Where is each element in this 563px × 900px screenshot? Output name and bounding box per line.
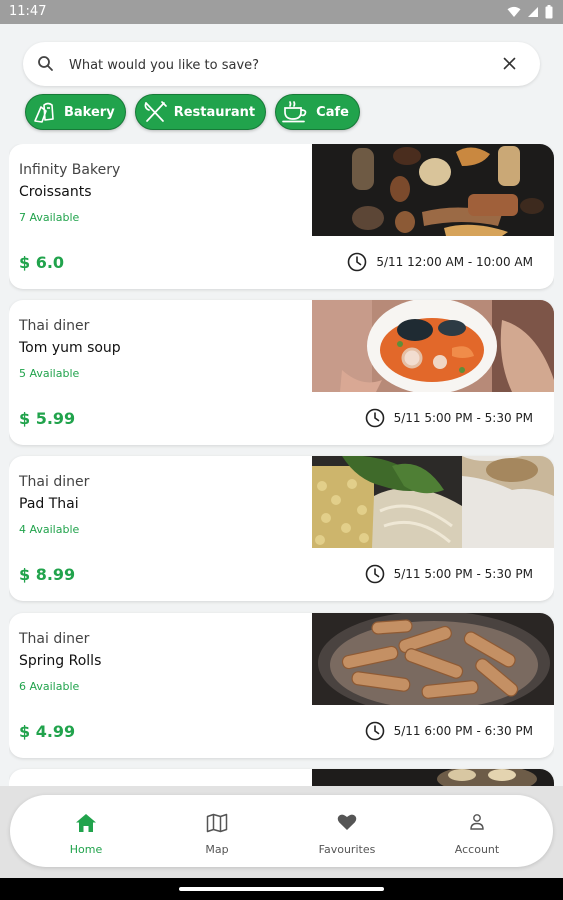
filter-chip-cafe[interactable]: Cafe [275,94,360,130]
nav-label: Home [69,843,103,856]
store-name: Thai diner [19,318,90,334]
pickup-time-text: 5/11 5:00 PM - 5:30 PM [393,411,533,425]
pickup-time-text: 5/11 12:00 AM - 10:00 AM [376,255,533,269]
cafe-icon [282,101,307,123]
filter-chip-label: Restaurant [173,104,256,120]
listing-card[interactable]: Infinity Bakery Croissants 7 Available $… [9,144,554,289]
price: $ 4.99 [19,722,76,741]
bakery-assortment-photo [312,144,554,236]
gesture-bar [0,878,563,900]
store-name: Thai diner [19,631,90,647]
filter-chip-label: Bakery [64,104,115,120]
nav-map[interactable]: Map [157,795,277,867]
wifi-icon [507,6,521,17]
filter-chip-bakery[interactable]: Bakery [25,94,126,130]
clock-icon [348,252,367,272]
listing-list[interactable]: Infinity Bakery Croissants 7 Available $… [9,144,554,794]
pickup-time: 5/11 6:00 PM - 6:30 PM [365,721,533,741]
restaurant-icon [144,101,167,122]
filter-chip-label: Cafe [316,104,349,120]
category-filters: Bakery Restaurant Cafe [25,94,360,130]
pickup-time: 5/11 5:00 PM - 5:30 PM [365,408,533,428]
search-input[interactable] [67,52,491,78]
availability-count: 6 Available [19,680,80,693]
clock-icon [365,408,384,428]
noodles-and-greens-photo [312,456,554,548]
battery-icon [545,5,553,19]
status-bar: 11:47 [0,0,563,24]
nav-label: Map [205,843,229,856]
price: $ 5.99 [19,409,76,428]
store-name: Infinity Bakery [19,162,121,178]
price: $ 8.99 [19,565,76,584]
clock-icon [365,564,384,584]
item-name: Pad Thai [19,496,79,512]
nav-label: Favourites [318,843,376,856]
availability-count: 5 Available [19,367,80,380]
availability-count: 7 Available [19,211,80,224]
nav-label: Account [454,843,500,856]
map-icon [206,813,228,833]
nav-favourites[interactable]: Favourites [287,795,407,867]
seafood-soup-plate-photo [312,300,554,392]
pickup-time: 5/11 12:00 AM - 10:00 AM [347,252,533,272]
pickup-time-text: 5/11 6:00 PM - 6:30 PM [393,724,533,738]
nav-home[interactable]: Home [26,795,146,867]
item-name: Tom yum soup [19,340,121,356]
pickup-time: 5/11 5:00 PM - 5:30 PM [365,564,533,584]
status-icons [507,3,553,21]
search-bar[interactable] [23,42,540,86]
pickup-time-text: 5/11 5:00 PM - 5:30 PM [393,567,533,581]
signal-icon [528,7,538,17]
nav-account[interactable]: Account [417,795,537,867]
listing-card[interactable]: Thai diner Spring Rolls 6 Available $ 4.… [9,613,554,758]
store-name: Thai diner [19,474,90,490]
status-time: 11:47 [9,4,47,19]
heart-icon [337,814,357,830]
filter-chip-restaurant[interactable]: Restaurant [134,94,267,130]
home-gesture-handle[interactable] [179,887,384,891]
spring-rolls-pan-photo [312,613,554,705]
search-icon [38,56,53,71]
person-icon [470,814,484,830]
item-name: Croissants [19,184,92,200]
availability-count: 4 Available [19,523,80,536]
bottom-navigation: Home Map Favourites Account [10,795,553,867]
clock-icon [365,721,384,741]
item-name: Spring Rolls [19,653,102,669]
home-icon [76,814,96,832]
price: $ 6.0 [19,253,65,272]
listing-card[interactable]: Thai diner Tom yum soup 5 Available $ 5.… [9,300,554,445]
clear-icon[interactable] [503,57,516,70]
listing-card[interactable]: Thai diner Pad Thai 4 Available $ 8.99 5… [9,456,554,601]
bakery-icon [34,102,54,123]
